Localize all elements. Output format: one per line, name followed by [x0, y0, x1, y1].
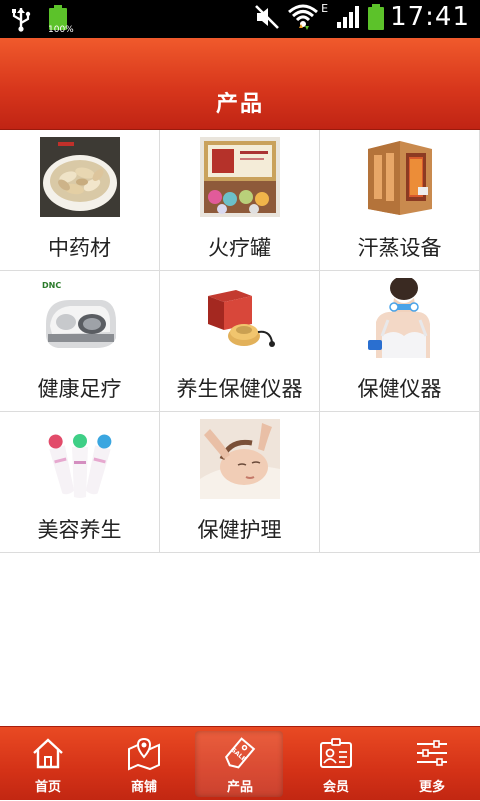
product-label: 保健仪器 — [357, 377, 442, 401]
beauty-wands-image — [40, 419, 120, 499]
product-item-sauna[interactable]: 汗蒸设备 — [320, 130, 480, 271]
product-item-health-device[interactable]: 养生保健仪器 — [160, 271, 320, 412]
nav-home[interactable]: 首页 — [0, 727, 96, 801]
health-device-box-image — [200, 278, 280, 358]
product-item-foot-care[interactable]: DNC 健康足疗 — [0, 271, 160, 412]
nav-products[interactable]: SALE 产品 — [192, 727, 288, 801]
empty-cell — [320, 412, 480, 553]
clock: 17:41 — [390, 2, 470, 32]
product-label: 美容养生 — [37, 518, 122, 542]
signal-icon — [337, 6, 360, 28]
header-bar: 产品 — [0, 38, 480, 130]
product-item-beauty[interactable]: 美容养生 — [0, 412, 160, 553]
nav-label: 商铺 — [130, 780, 157, 795]
product-label: 汗蒸设备 — [357, 236, 442, 260]
product-item-care[interactable]: 保健护理 — [160, 412, 320, 553]
nav-more[interactable]: 更多 — [384, 727, 480, 801]
facial-massage-image — [200, 419, 280, 499]
product-item-health-instrument[interactable]: 保健仪器 — [320, 271, 480, 412]
foot-massager-image: DNC — [40, 278, 120, 358]
shop-map-icon — [128, 737, 160, 771]
nav-member[interactable]: 会员 — [288, 727, 384, 801]
sliders-icon — [417, 740, 447, 766]
herbal-slices-image — [40, 137, 120, 217]
page-title: 产品 — [215, 92, 264, 117]
nav-label: 产品 — [226, 780, 253, 795]
neck-massager-woman-image — [360, 278, 440, 358]
foot-massager-brand: DNC — [42, 281, 61, 290]
product-item-fire-cupping[interactable]: 火疗罐 — [160, 130, 320, 271]
product-label: 健康足疗 — [37, 377, 122, 401]
nav-label: 首页 — [34, 780, 61, 795]
mute-icon — [255, 5, 280, 29]
product-label: 保健护理 — [197, 518, 282, 542]
sale-tag-icon: SALE — [224, 737, 256, 769]
battery-percent: 100% — [48, 25, 74, 35]
nav-shops[interactable]: 商铺 — [96, 727, 192, 801]
fire-cupping-jars-image — [200, 137, 280, 217]
wifi-icon — [288, 4, 319, 30]
battery-icon — [368, 4, 385, 30]
product-grid: 中药材 火疗罐 汗蒸设备 DNC 健康足疗 养生保健仪器 保健仪器 美容养生 保… — [0, 130, 480, 553]
sauna-room-image — [360, 137, 440, 217]
home-icon — [33, 738, 63, 769]
nav-label: 更多 — [418, 780, 445, 795]
product-item-herbs[interactable]: 中药材 — [0, 130, 160, 271]
product-label: 养生保健仪器 — [176, 377, 303, 401]
nav-label: 会员 — [322, 780, 349, 795]
product-label: 火疗罐 — [208, 236, 271, 260]
status-right: E 17:41 — [253, 2, 470, 32]
bottom-nav: 首页 商铺 SALE 产品 会员 更多 — [0, 726, 480, 800]
network-type: E — [321, 1, 329, 15]
status-bar: 100% E 17:41 — [0, 0, 480, 38]
usb-icon — [12, 8, 31, 32]
status-left: 100% — [10, 5, 74, 35]
member-card-icon — [320, 738, 352, 768]
product-label: 中药材 — [48, 236, 111, 260]
